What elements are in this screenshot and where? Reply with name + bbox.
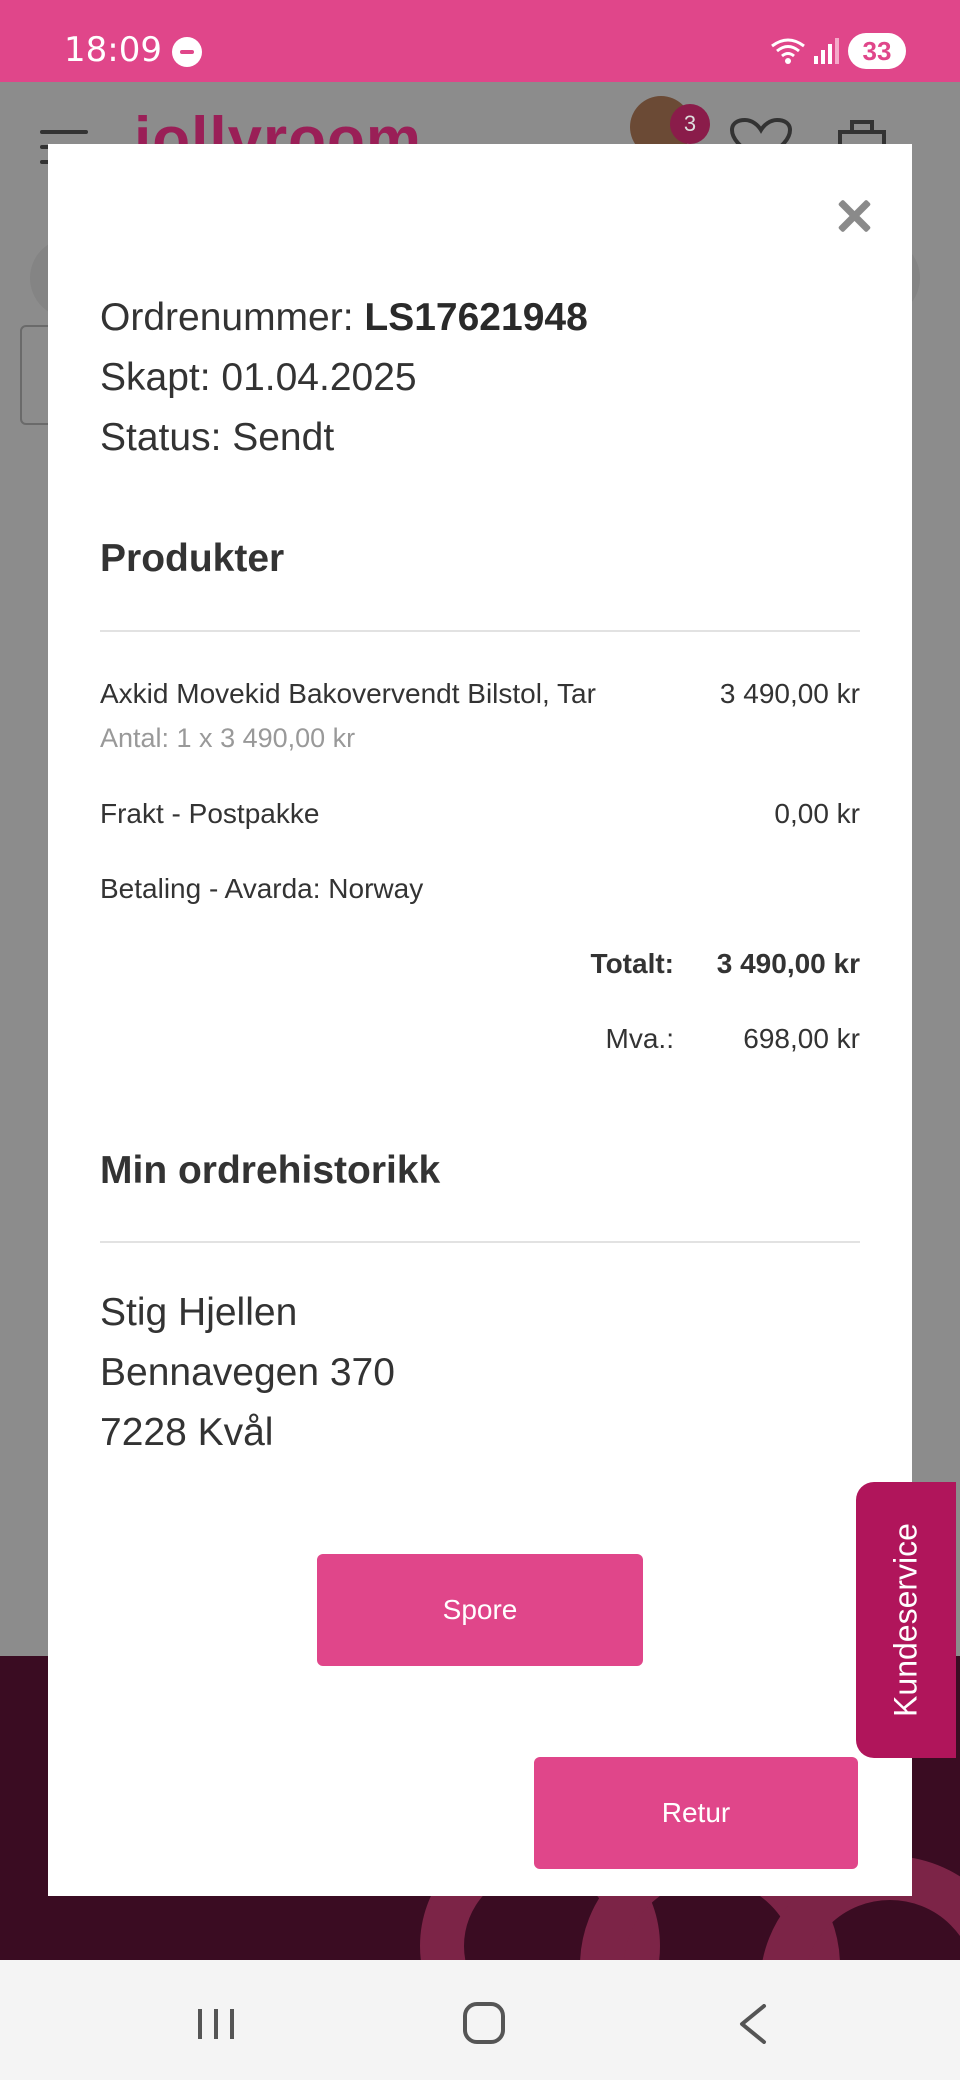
- product-price: 3 490,00 kr: [719, 678, 860, 709]
- status-time: 18:09: [64, 30, 162, 70]
- divider: [100, 1241, 860, 1243]
- order-number: Ordrenummer: LS17621948: [100, 296, 588, 340]
- vat-value: 698,00 kr: [743, 1023, 860, 1054]
- cart-count-badge: 3: [670, 104, 710, 144]
- customer-service-tab[interactable]: Kundeservice: [856, 1482, 956, 1758]
- return-button[interactable]: Retur: [534, 1757, 858, 1869]
- shipping-price: 0,00 kr: [774, 798, 860, 829]
- address-street: Bennavegen 370: [100, 1351, 395, 1394]
- total-value: 3 490,00 kr: [716, 948, 860, 979]
- order-number-label: Ordrenummer:: [100, 296, 365, 339]
- products-heading: Produkter: [100, 537, 285, 580]
- wifi-icon: [771, 38, 805, 64]
- order-number-value: LS17621948: [364, 296, 588, 339]
- divider: [100, 630, 860, 632]
- back-icon[interactable]: [738, 2004, 768, 2044]
- vat-label: Mva.:: [605, 1023, 674, 1054]
- track-button[interactable]: Spore: [317, 1554, 643, 1666]
- payment-label: Betaling - Avarda: Norway: [100, 873, 424, 904]
- product-quantity: Antal: 1 x 3 490,00 kr: [100, 723, 356, 753]
- address-name: Stig Hjellen: [100, 1291, 298, 1334]
- order-history-heading: Min ordrehistorikk: [100, 1149, 441, 1192]
- total-label: Totalt:: [590, 948, 674, 979]
- signal-icon: [814, 38, 839, 64]
- customer-service-label: Kundeservice: [887, 1523, 924, 1717]
- do-not-disturb-icon: [172, 37, 202, 67]
- order-status: Status: Sendt: [100, 416, 335, 459]
- status-bar: 18:09 33: [0, 0, 960, 82]
- order-created: Skapt: 01.04.2025: [100, 356, 417, 399]
- shipping-label: Frakt - Postpakke: [100, 798, 320, 829]
- battery-indicator: 33: [848, 33, 906, 69]
- address-city: 7228 Kvål: [100, 1411, 274, 1454]
- close-icon[interactable]: [834, 196, 874, 236]
- home-icon[interactable]: [463, 2002, 505, 2044]
- product-name: Axkid Movekid Bakovervendt Bilstol, Tar: [100, 678, 596, 709]
- recent-apps-icon[interactable]: [196, 2007, 236, 2041]
